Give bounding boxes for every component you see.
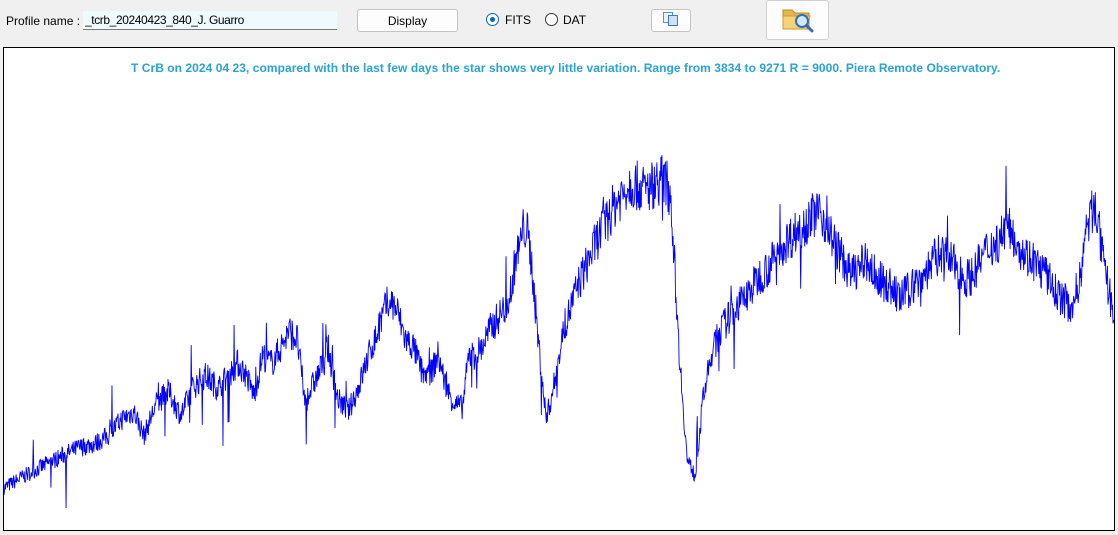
display-button[interactable]: Display (357, 9, 458, 32)
toolbar: Profile name : Display FITS DAT (0, 0, 1118, 46)
profile-name-input[interactable] (83, 11, 337, 30)
fits-radio-label[interactable]: FITS (505, 13, 531, 27)
open-profile-button[interactable] (766, 0, 829, 40)
copy-button[interactable] (651, 9, 691, 32)
copy-icon (662, 11, 680, 30)
spectrum-plot: T CrB on 2024 04 23, compared with the l… (3, 47, 1115, 531)
spectrum-line (4, 155, 1114, 509)
dat-radio[interactable] (545, 13, 558, 26)
folder-search-icon (781, 4, 815, 37)
spectrum-chart (4, 155, 1114, 509)
plot-annotation: T CrB on 2024 04 23, compared with the l… (131, 61, 1001, 75)
dat-radio-label[interactable]: DAT (563, 13, 586, 27)
fits-radio[interactable] (486, 13, 499, 26)
profile-name-label: Profile name : (6, 14, 81, 28)
